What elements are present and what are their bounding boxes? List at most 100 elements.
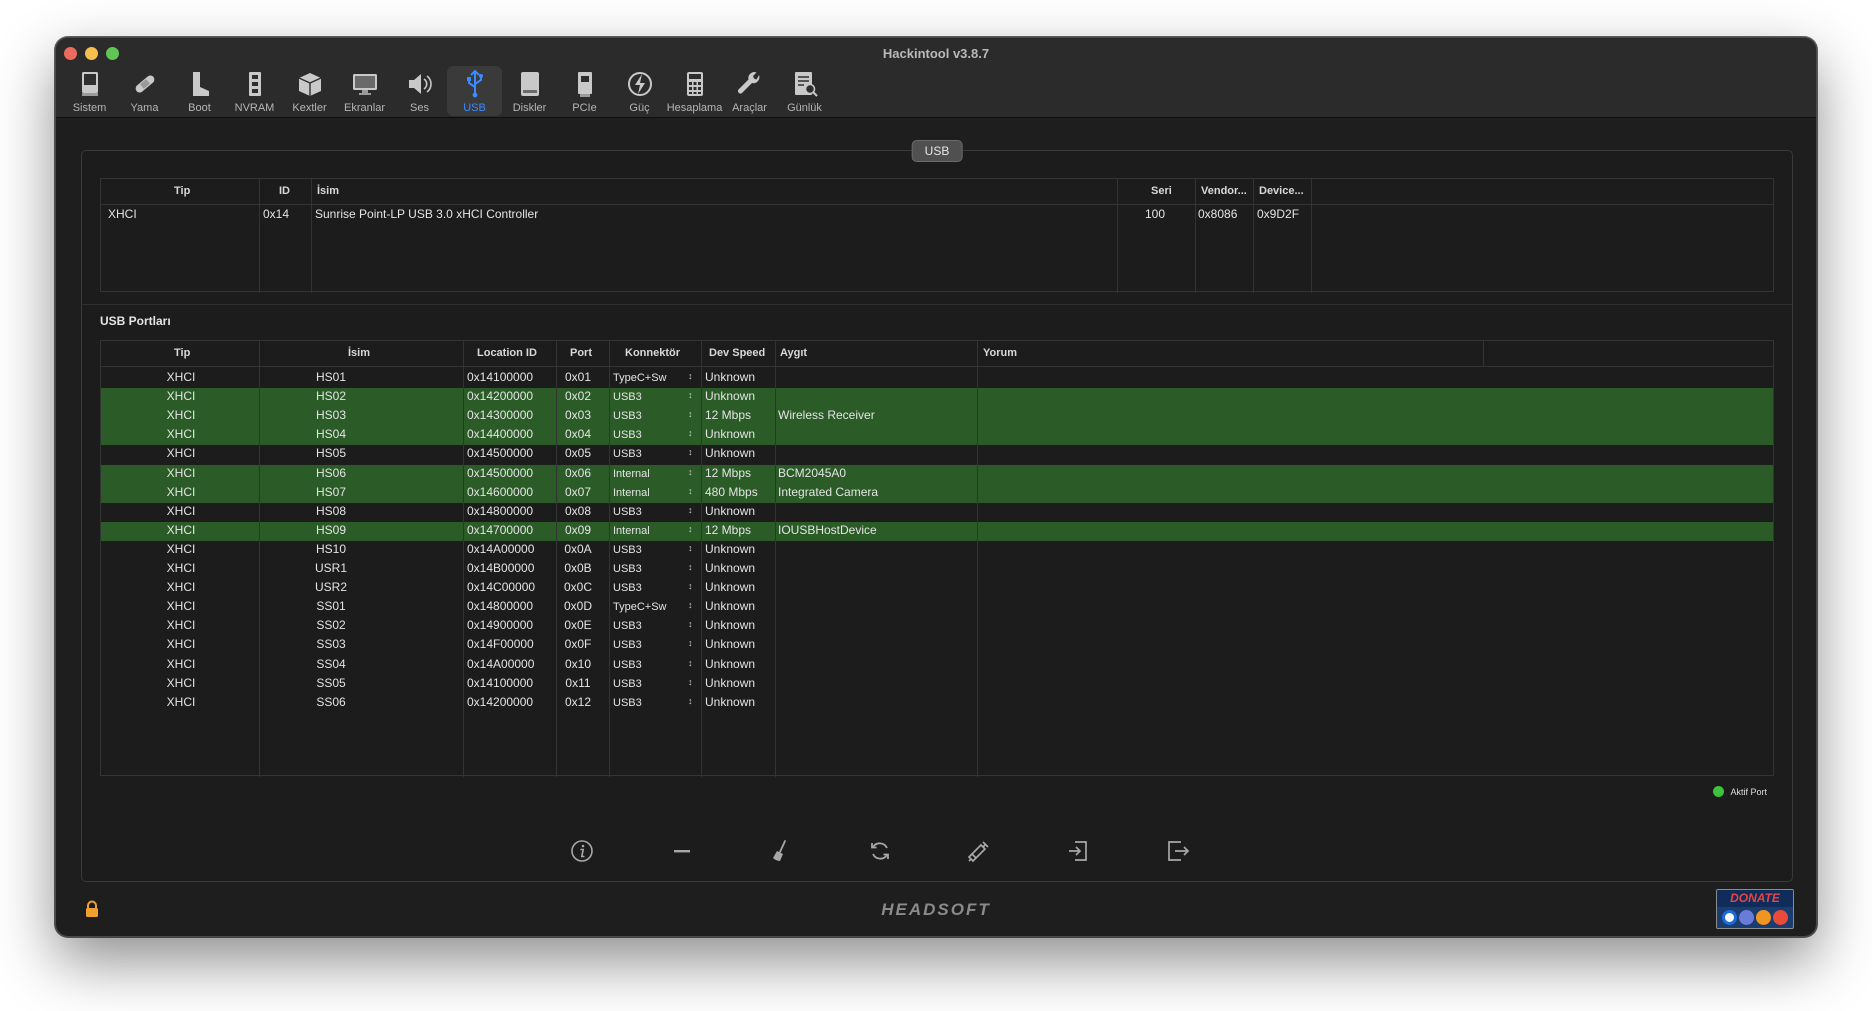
toolbar-usb[interactable]: USB <box>447 66 502 116</box>
port-connector[interactable]: TypeC+Sw <box>613 372 667 384</box>
toolbar-nvram[interactable]: NVRAM <box>227 66 282 116</box>
toolbar-g-[interactable]: Güç <box>612 66 667 116</box>
table-row[interactable]: XHCI 0x14 Sunrise Point-LP USB 3.0 xHCI … <box>101 207 1773 226</box>
table-row[interactable]: XHCI SS01 0x14800000 0x0D TypeC+Sw Unknown ↕ <box>101 598 1773 617</box>
table-row[interactable]: XHCI SS06 0x14200000 0x12 USB3 Unknown ↕ <box>101 694 1773 713</box>
table-row[interactable]: XHCI HS07 0x14600000 0x07 Internal 480 Mbps In… <box>101 483 1773 503</box>
port-connector[interactable]: USB3 <box>613 639 642 651</box>
connector-stepper-icon[interactable]: ↕ <box>688 467 693 477</box>
connector-stepper-icon[interactable]: ↕ <box>688 638 693 648</box>
port-connector[interactable]: USB3 <box>613 620 642 632</box>
port-connector[interactable]: Internal <box>613 468 650 480</box>
header-seri[interactable]: Seri <box>1151 185 1172 197</box>
donate-button[interactable]: DONATE <box>1716 889 1794 929</box>
port-connector[interactable]: USB3 <box>613 391 642 403</box>
connector-stepper-icon[interactable]: ↕ <box>688 600 693 610</box>
table-row[interactable]: XHCI HS09 0x14700000 0x09 Internal 12 Mbps IOU… <box>101 521 1773 541</box>
port-connector[interactable]: USB3 <box>613 410 642 422</box>
table-row[interactable]: XHCI HS02 0x14200000 0x02 USB3 Unknown ↕ <box>101 388 1773 408</box>
toolbar-ses[interactable]: Ses <box>392 66 447 116</box>
port-connector[interactable]: TypeC+Sw <box>613 601 667 613</box>
import-button[interactable] <box>1060 833 1096 869</box>
table-row[interactable]: XHCI HS03 0x14300000 0x03 USB3 12 Mbps Wireles… <box>101 407 1773 427</box>
port-tip: XHCI <box>166 656 196 671</box>
table-row[interactable]: XHCI USR1 0x14B00000 0x0B USB3 Unknown ↕ <box>101 560 1773 579</box>
connector-stepper-icon[interactable]: ↕ <box>688 543 693 553</box>
export-button[interactable] <box>1160 833 1196 869</box>
port-tip: XHCI <box>166 522 196 537</box>
port-connector[interactable]: USB3 <box>613 448 642 460</box>
table-row[interactable]: XHCI SS05 0x14100000 0x11 USB3 Unknown ↕ <box>101 675 1773 694</box>
port-connector[interactable]: USB3 <box>613 429 642 441</box>
connector-stepper-icon[interactable]: ↕ <box>688 428 693 438</box>
toolbar-ekranlar[interactable]: Ekranlar <box>337 66 392 116</box>
table-row[interactable]: XHCI HS01 0x14100000 0x01 TypeC+Sw Unknown ↕ <box>101 369 1773 388</box>
connector-stepper-icon[interactable]: ↕ <box>688 581 693 591</box>
table-row[interactable]: XHCI HS08 0x14800000 0x08 USB3 Unknown ↕ <box>101 503 1773 522</box>
table-row[interactable]: XHCI USR2 0x14C00000 0x0C USB3 Unknown ↕ <box>101 579 1773 598</box>
port-connector[interactable]: USB3 <box>613 659 642 671</box>
port-number: 0x0B <box>564 561 592 575</box>
table-row[interactable]: XHCI HS04 0x14400000 0x04 USB3 Unknown ↕ <box>101 426 1773 446</box>
connector-stepper-icon[interactable]: ↕ <box>688 486 693 496</box>
header-tip[interactable]: Tip <box>174 347 190 359</box>
connector-stepper-icon[interactable]: ↕ <box>688 505 693 515</box>
port-connector[interactable]: USB3 <box>613 697 642 709</box>
info-button[interactable] <box>564 833 600 869</box>
header-id[interactable]: ID <box>279 185 290 197</box>
port-location-id: 0x14A00000 <box>467 656 535 671</box>
toolbar-kextler[interactable]: Kextler <box>282 66 337 116</box>
toolbar-yama[interactable]: Yama <box>117 66 172 116</box>
header-device[interactable]: Device... <box>1259 185 1304 197</box>
port-dev-speed: Unknown <box>705 389 756 404</box>
header-speed[interactable]: Dev Speed <box>709 347 765 359</box>
port-connector[interactable]: USB3 <box>613 506 642 518</box>
clean-button[interactable] <box>763 833 799 869</box>
table-row[interactable]: XHCI SS03 0x14F00000 0x0F USB3 Unknown ↕ <box>101 636 1773 655</box>
connector-stepper-icon[interactable]: ↕ <box>688 524 693 534</box>
port-connector[interactable]: Internal <box>613 525 650 537</box>
inject-button[interactable] <box>961 833 997 869</box>
table-row[interactable]: XHCI SS04 0x14A00000 0x10 USB3 Unknown ↕ <box>101 656 1773 675</box>
header-konnektor[interactable]: Konnektör <box>625 347 680 359</box>
toolbar-diskler[interactable]: Diskler <box>502 66 557 116</box>
header-location[interactable]: Location ID <box>477 347 537 359</box>
toolbar-label: USB <box>463 102 486 114</box>
port-name: SS04 <box>316 656 346 671</box>
header-tip[interactable]: Tip <box>174 185 190 197</box>
remove-button[interactable] <box>664 833 700 869</box>
toolbar-hesaplama[interactable]: Hesaplama <box>667 66 722 116</box>
table-row[interactable]: XHCI HS05 0x14500000 0x05 USB3 Unknown ↕ <box>101 445 1773 464</box>
header-yorum[interactable]: Yorum <box>983 347 1017 359</box>
port-connector[interactable]: USB3 <box>613 563 642 575</box>
connector-stepper-icon[interactable]: ↕ <box>688 371 693 381</box>
table-row[interactable]: XHCI HS06 0x14500000 0x06 Internal 12 Mbps BCM… <box>101 464 1773 484</box>
refresh-button[interactable] <box>862 833 898 869</box>
connector-stepper-icon[interactable]: ↕ <box>688 409 693 419</box>
header-vendor[interactable]: Vendor... <box>1201 185 1247 197</box>
header-port[interactable]: Port <box>570 347 592 359</box>
connector-stepper-icon[interactable]: ↕ <box>688 696 693 706</box>
connector-stepper-icon[interactable]: ↕ <box>688 677 693 687</box>
toolbar-g-nl-k[interactable]: Günlük <box>777 66 832 116</box>
port-connector[interactable]: USB3 <box>613 582 642 594</box>
table-row[interactable]: XHCI HS10 0x14A00000 0x0A USB3 Unknown ↕ <box>101 541 1773 560</box>
usb-ports-table[interactable]: Tip İsim Location ID Port Konnektör Dev … <box>100 340 1774 777</box>
controllers-table[interactable]: Tip ID İsim Seri Vendor... Device... XHC… <box>100 178 1774 293</box>
connector-stepper-icon[interactable]: ↕ <box>688 619 693 629</box>
port-connector[interactable]: USB3 <box>613 678 642 690</box>
connector-stepper-icon[interactable]: ↕ <box>688 390 693 400</box>
port-connector[interactable]: USB3 <box>613 544 642 556</box>
connector-stepper-icon[interactable]: ↕ <box>688 562 693 572</box>
toolbar-sistem[interactable]: Sistem <box>62 66 117 116</box>
toolbar-pcie[interactable]: PCIe <box>557 66 612 116</box>
table-row[interactable]: XHCI SS02 0x14900000 0x0E USB3 Unknown ↕ <box>101 617 1773 636</box>
connector-stepper-icon[interactable]: ↕ <box>688 658 693 668</box>
toolbar-boot[interactable]: Boot <box>172 66 227 116</box>
header-aygit[interactable]: Aygıt <box>780 347 807 359</box>
port-connector[interactable]: Internal <box>613 487 650 499</box>
header-isim[interactable]: İsim <box>317 185 339 197</box>
connector-stepper-icon[interactable]: ↕ <box>688 447 693 457</box>
toolbar-ara-lar[interactable]: Araçlar <box>722 66 777 116</box>
header-isim[interactable]: İsim <box>348 347 370 359</box>
